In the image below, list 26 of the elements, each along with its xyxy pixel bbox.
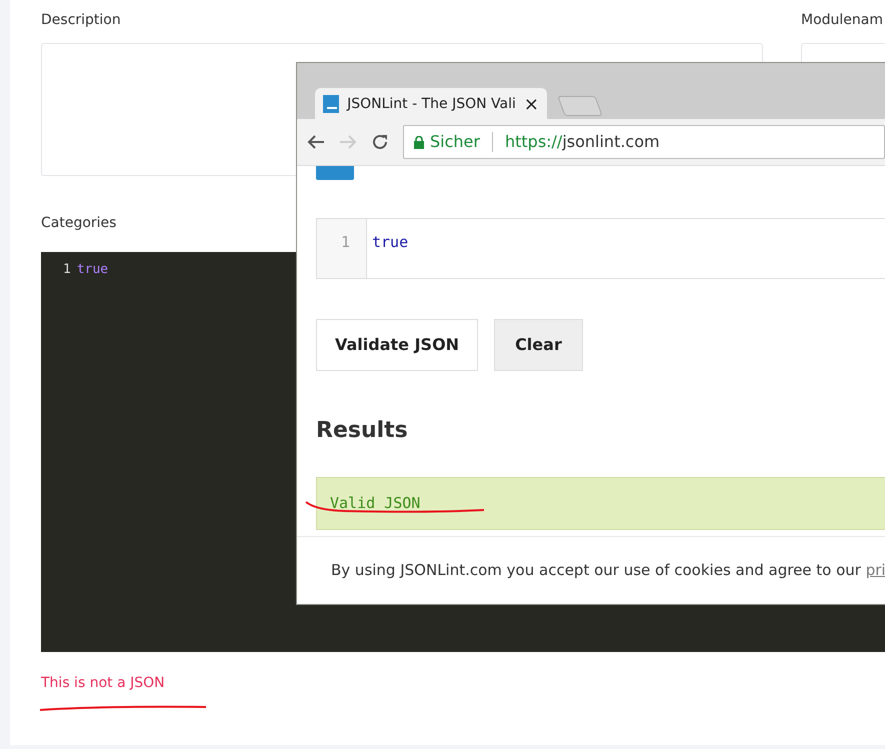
field-label: Modulenam: [801, 11, 883, 30]
json-input[interactable]: 1 true: [316, 218, 885, 279]
reload-icon[interactable]: [371, 133, 389, 151]
tab-title: JSONLint - The JSON Vali: [347, 94, 516, 114]
back-icon[interactable]: [307, 134, 325, 150]
security-label: Sicher: [430, 131, 480, 153]
validate-button[interactable]: Validate JSON: [316, 319, 478, 371]
close-button[interactable]: ×: [524, 90, 539, 118]
field-label: Description: [41, 11, 121, 30]
address-bar[interactable]: Sicher https://jsonlint.com: [403, 125, 885, 159]
field-label: Categories: [41, 214, 116, 233]
cookie-text: By using JSONLint.com you accept our use of cookies and agree to our: [331, 561, 862, 579]
code-text: true: [371, 232, 408, 253]
url-text: https://jsonlint.com: [504, 131, 660, 153]
privacy-link[interactable]: pri: [866, 561, 885, 579]
line-number: 1: [63, 262, 71, 277]
browser-tab[interactable]: JSONLint - The JSON Vali ×: [315, 88, 547, 120]
favicon-icon: [323, 95, 340, 113]
result-message: Valid JSON: [316, 477, 885, 530]
line-number: 1: [317, 219, 367, 278]
code-text: true: [76, 262, 108, 277]
error-message: This is not a JSON: [41, 674, 165, 693]
lock-icon: [414, 136, 424, 148]
results-heading: Results: [316, 417, 409, 445]
clear-button[interactable]: Clear: [494, 319, 583, 371]
logo-icon: [316, 166, 354, 180]
